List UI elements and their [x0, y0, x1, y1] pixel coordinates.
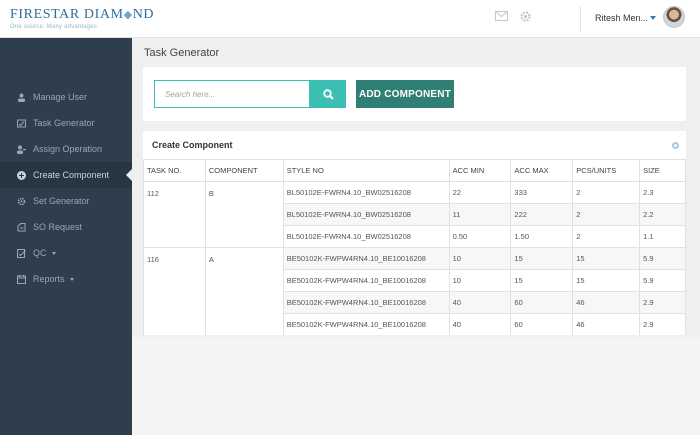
acc-min-cell: 10 [448, 247, 512, 270]
sidebar-item-label: Create Component [33, 170, 110, 180]
reports-icon [17, 274, 26, 284]
component-table: TASK NO. COMPONENT STYLE NO ACC MIN ACC … [143, 159, 686, 335]
style-no-cell: BE50102K-FWPW4RN4.10_BE10016208 [282, 247, 450, 270]
sidebar-item-manage-user[interactable]: Manage User [0, 84, 132, 110]
column-header-acc-max[interactable]: ACC MAX [510, 159, 574, 182]
table-header-row: TASK NO. COMPONENT STYLE NO ACC MIN ACC … [143, 159, 686, 182]
style-no-cell: BE50102K-FWPW4RN4.10_BE10016208 [282, 269, 450, 292]
chevron-down-icon[interactable] [650, 16, 656, 20]
search-input[interactable] [154, 80, 310, 108]
gear-icon[interactable] [519, 10, 532, 23]
sidebar-item-label: Task Generator [33, 118, 95, 128]
size-cell: 2.9 [639, 313, 686, 335]
sidebar-item-reports[interactable]: Reports [0, 266, 132, 292]
task-no-cell: 112 [143, 181, 206, 248]
style-no-cell: BL50102E-FWRN4.10_BW02516208 [282, 203, 450, 226]
request-icon [17, 222, 26, 231]
task-icon [17, 119, 26, 127]
column-header-pcs-units[interactable]: PCS/UNITS [572, 159, 641, 182]
sidebar-item-assign-operation[interactable]: Assign Operation [0, 136, 132, 162]
sidebar-item-label: SO Request [33, 222, 83, 232]
avatar[interactable] [663, 6, 685, 28]
assign-icon [17, 145, 26, 154]
brand-name: FIRESTAR DIAM◆ND [10, 7, 155, 22]
style-no-cell: BE50102K-FWPW4RN4.10_BE10016208 [282, 313, 450, 335]
pcs-units-cell: 2 [572, 225, 641, 248]
qc-icon [17, 248, 26, 258]
pcs-units-cell: 15 [572, 247, 641, 270]
acc-min-cell: 0.50 [448, 225, 512, 248]
column-header-style-no[interactable]: STYLE NO [282, 159, 450, 182]
pcs-units-cell: 2 [572, 203, 641, 226]
gem-icon: ◆ [123, 9, 133, 21]
column-header-acc-min[interactable]: ACC MIN [448, 159, 512, 182]
sidebar-item-label: Manage User [33, 92, 88, 102]
size-cell: 2.2 [639, 203, 686, 226]
table-row[interactable]: 112 B BL50102E-FWRN4.10_BW02516208 22 33… [143, 181, 686, 248]
column-header-task-no[interactable]: TASK NO. [143, 159, 206, 182]
sidebar: Manage User Task Generator Assign Operat… [0, 38, 132, 435]
column-header-size[interactable]: SIZE [639, 159, 686, 182]
sidebar-item-label: Set Generator [33, 196, 90, 206]
sidebar-item-label: QC [33, 248, 47, 258]
gear-icon [17, 197, 26, 205]
chevron-down-icon [51, 251, 56, 255]
size-cell: 1.1 [639, 225, 686, 248]
page-title: Task Generator [144, 47, 220, 59]
acc-min-cell: 40 [448, 291, 512, 314]
sidebar-item-so-request[interactable]: SO Request [0, 214, 132, 240]
pcs-units-cell: 15 [572, 269, 641, 292]
pcs-units-cell: 2 [572, 181, 641, 204]
settings-icon[interactable] [672, 142, 679, 149]
task-no-cell: 116 [143, 247, 206, 335]
sidebar-item-create-component[interactable]: Create Component [0, 162, 132, 188]
acc-min-cell: 40 [448, 313, 512, 335]
create-component-card: Create Component TASK NO. COMPONENT STYL… [143, 131, 686, 335]
sidebar-item-label: Reports [33, 274, 65, 284]
acc-max-cell: 60 [510, 313, 574, 335]
size-cell: 2.3 [639, 181, 686, 204]
user-icon [18, 93, 25, 102]
sidebar-item-set-generator[interactable]: Set Generator [0, 188, 132, 214]
table-row[interactable]: 116 A BE50102K-FWPW4RN4.10_BE10016208 10… [143, 247, 686, 335]
user-name[interactable]: Ritesh Men... [595, 13, 648, 23]
brand-tagline: One source. Many advantages [10, 24, 98, 30]
column-header-component[interactable]: COMPONENT [204, 159, 284, 182]
pcs-units-cell: 46 [572, 313, 641, 335]
size-cell: 5.9 [639, 269, 686, 292]
acc-max-cell: 15 [510, 247, 574, 270]
active-indicator [126, 169, 132, 181]
search-icon [322, 88, 334, 100]
sidebar-item-qc[interactable]: QC [0, 240, 132, 266]
add-component-button[interactable]: ADD COMPONENT [356, 80, 454, 108]
acc-max-cell: 1.50 [510, 225, 574, 248]
style-no-cell: BL50102E-FWRN4.10_BW02516208 [282, 225, 450, 248]
acc-max-cell: 222 [510, 203, 574, 226]
top-header: FIRESTAR DIAM◆ND One source. Many advant… [0, 0, 700, 38]
mail-icon[interactable] [495, 11, 508, 21]
header-divider [580, 6, 581, 32]
content-fade-overlay [132, 337, 700, 435]
size-cell: 5.9 [639, 247, 686, 270]
chevron-down-icon [69, 277, 74, 281]
pcs-units-cell: 46 [572, 291, 641, 314]
plus-circle-icon [17, 170, 26, 180]
acc-max-cell: 60 [510, 291, 574, 314]
size-cell: 2.9 [639, 291, 686, 314]
acc-min-cell: 22 [448, 181, 512, 204]
sidebar-item-label: Assign Operation [33, 144, 103, 154]
card-title: Create Component [152, 140, 233, 150]
search-button[interactable] [310, 80, 346, 108]
acc-max-cell: 333 [510, 181, 574, 204]
acc-min-cell: 11 [448, 203, 512, 226]
style-no-cell: BE50102K-FWPW4RN4.10_BE10016208 [282, 291, 450, 314]
style-no-cell: BL50102E-FWRN4.10_BW02516208 [282, 181, 450, 204]
acc-max-cell: 15 [510, 269, 574, 292]
brand-logo[interactable]: FIRESTAR DIAM◆ND One source. Many advant… [10, 7, 154, 30]
acc-min-cell: 10 [448, 269, 512, 292]
sidebar-item-task-generator[interactable]: Task Generator [0, 110, 132, 136]
component-cell: B [204, 181, 284, 248]
component-cell: A [204, 247, 284, 335]
